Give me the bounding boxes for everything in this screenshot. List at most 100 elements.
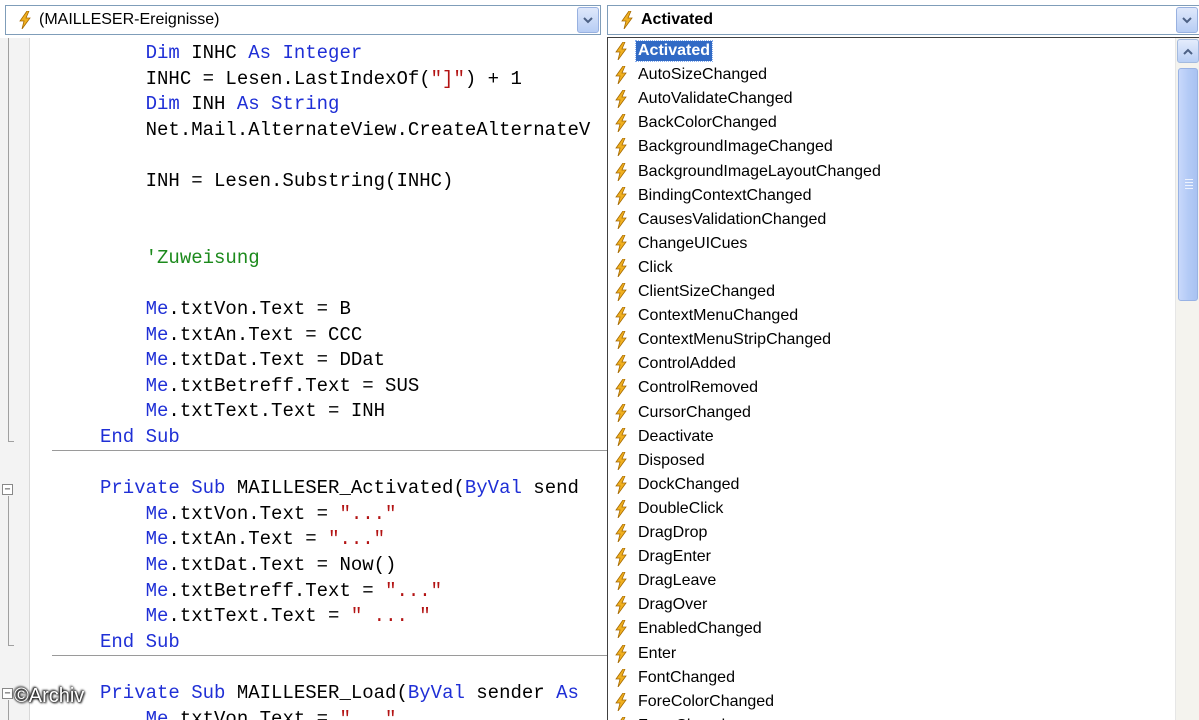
event-item-label: BackColorChanged: [638, 114, 777, 132]
string-token: "...": [385, 579, 443, 602]
code-line: Me.txtAn.Text = "...": [100, 526, 385, 552]
archive-watermark: ©Archiv: [14, 685, 85, 707]
event-lightning-icon: [614, 644, 630, 664]
string-token: "...": [339, 502, 397, 525]
thumb-grip: [1185, 179, 1193, 180]
event-dropdown-list[interactable]: Activated AutoSizeChanged AutoValidateChan…: [607, 37, 1199, 720]
string-token: "]": [430, 67, 465, 90]
chevron-down-icon[interactable]: [577, 7, 599, 33]
event-item[interactable]: DragLeave: [612, 569, 1176, 593]
event-item-label: AutoSizeChanged: [638, 66, 767, 84]
code-line: End Sub: [100, 424, 180, 450]
string-token: "...": [339, 707, 397, 720]
event-item[interactable]: AutoSizeChanged: [612, 63, 1176, 87]
event-lightning-icon: [614, 234, 630, 254]
event-item-label: FontChanged: [638, 668, 735, 686]
event-lightning-icon: [614, 619, 630, 639]
code-line: Net.Mail.AlternateView.CreateAlternateV: [100, 117, 591, 143]
event-lightning-icon: [18, 10, 34, 30]
event-item[interactable]: DockChanged: [612, 473, 1176, 497]
event-item[interactable]: Enter: [612, 642, 1176, 666]
event-item[interactable]: Activated: [612, 39, 1176, 63]
event-item[interactable]: CursorChanged: [612, 401, 1176, 425]
code-token: INHC: [191, 42, 249, 64]
thumb-grip: [1185, 185, 1193, 186]
scrollbar-thumb[interactable]: [1178, 68, 1198, 301]
keyword-token: Me: [100, 605, 169, 628]
event-item[interactable]: ForeColorChanged: [612, 690, 1176, 714]
object-selector-combo[interactable]: (MAILLESER-Ereignisse): [5, 5, 601, 35]
event-item-label: Deactivate: [638, 427, 714, 445]
event-lightning-icon: [614, 547, 630, 567]
event-selector-combo[interactable]: Activated: [607, 5, 1199, 35]
event-item[interactable]: Disposed: [612, 449, 1176, 473]
fold-guide-line: [8, 496, 9, 645]
code-line: End Sub: [100, 629, 180, 655]
event-item[interactable]: ClientSizeChanged: [612, 280, 1176, 304]
code-token: INH: [191, 93, 237, 116]
string-token: "...": [328, 528, 386, 551]
keyword-token: As: [556, 682, 579, 704]
code-line: Me.txtVon.Text = "...": [100, 501, 397, 527]
event-item-label: DoubleClick: [638, 499, 724, 517]
code-editor[interactable]: Dim INHC As Integer INHC = Lesen.LastInd…: [30, 38, 607, 720]
keyword-token: Me: [100, 298, 169, 320]
code-line: 'Zuweisung: [100, 245, 260, 271]
code-token: .txtDat.Text = DDat: [168, 349, 386, 372]
event-item[interactable]: FontChanged: [612, 666, 1176, 690]
keyword-token: Me: [100, 400, 169, 423]
event-item[interactable]: ChangeUICues: [612, 232, 1176, 256]
chevron-down-icon[interactable]: [1176, 7, 1198, 33]
scroll-up-icon[interactable]: [1177, 39, 1199, 63]
event-lightning-icon: [614, 523, 630, 543]
event-item-label: FormClosed: [636, 716, 727, 720]
code-line: Me.txtAn.Text = CCC: [100, 322, 363, 348]
event-item[interactable]: ControlAdded: [612, 352, 1176, 376]
event-item[interactable]: ContextMenuChanged: [612, 304, 1176, 328]
code-line: Me.txtDat.Text = DDat: [100, 347, 385, 373]
event-item[interactable]: DragDrop: [612, 521, 1176, 545]
code-line: Me.txtDat.Text = Now(): [100, 552, 397, 578]
code-line: Me.txtText.Text = " ... ": [100, 603, 431, 629]
event-item[interactable]: BackgroundImageChanged: [612, 135, 1176, 159]
event-item[interactable]: FormClosed: [612, 714, 1176, 720]
event-item[interactable]: DoubleClick: [612, 497, 1176, 521]
event-lightning-icon: [614, 162, 630, 182]
event-item[interactable]: Click: [612, 256, 1176, 280]
event-item-label: ControlAdded: [638, 355, 736, 373]
event-lightning-icon: [614, 210, 630, 230]
code-line: Private Sub MAILLESER_Activated(ByVal se…: [100, 475, 579, 501]
event-lightning-icon: [614, 89, 630, 109]
event-item[interactable]: ControlRemoved: [612, 376, 1176, 400]
code-token: .txtVon.Text =: [168, 707, 340, 720]
keyword-token: As Integer: [248, 42, 363, 64]
event-item-label: CausesValidationChanged: [638, 210, 827, 228]
fold-end-tick: [8, 645, 14, 646]
event-item[interactable]: DragEnter: [612, 545, 1176, 569]
code-token: .txtVon.Text =: [168, 502, 340, 525]
event-item[interactable]: AutoValidateChanged: [612, 87, 1176, 111]
code-token: .txtBetreff.Text =: [168, 579, 386, 602]
code-line: Dim INH As String: [100, 91, 340, 117]
collapse-region-icon[interactable]: −: [2, 688, 13, 699]
code-token: .txtText.Text = INH: [168, 400, 386, 423]
event-item-label: ControlRemoved: [638, 379, 759, 397]
event-lightning-icon: [620, 10, 636, 30]
event-lightning-icon: [614, 668, 630, 688]
event-item[interactable]: CausesValidationChanged: [612, 208, 1176, 232]
collapse-region-icon[interactable]: −: [2, 484, 13, 495]
event-lightning-icon: [614, 499, 630, 519]
event-item[interactable]: ContextMenuStripChanged: [612, 328, 1176, 352]
event-item[interactable]: EnabledChanged: [612, 617, 1176, 641]
event-lightning-icon: [614, 354, 630, 374]
code-line: INH = Lesen.Substring(INHC): [100, 168, 454, 194]
event-item[interactable]: Deactivate: [612, 425, 1176, 449]
event-item[interactable]: DragOver: [612, 593, 1176, 617]
editor-gutter: − −: [0, 38, 30, 720]
event-item[interactable]: BackColorChanged: [612, 111, 1176, 135]
event-item[interactable]: BackgroundImageLayoutChanged: [612, 160, 1176, 184]
vertical-scrollbar[interactable]: [1175, 38, 1199, 720]
keyword-token: ByVal: [464, 477, 534, 500]
keyword-token: ByVal: [407, 682, 477, 704]
event-item[interactable]: BindingContextChanged: [612, 184, 1176, 208]
